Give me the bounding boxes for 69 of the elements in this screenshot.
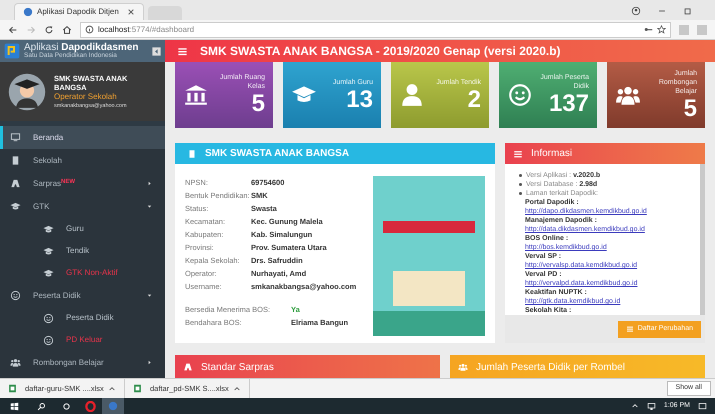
bullet-icon (519, 192, 522, 195)
caret-up-icon[interactable] (630, 402, 639, 410)
tile-value: 5 (252, 91, 265, 117)
reload-icon[interactable] (44, 24, 54, 34)
smiley-icon (43, 334, 54, 346)
bullet-icon (519, 174, 522, 177)
people-icon (458, 362, 468, 372)
url-text: localhost:5774/#dashboard (98, 24, 194, 36)
bullet-icon (519, 183, 522, 186)
info-card-title: Informasi (531, 147, 572, 161)
graduation-cap-icon (10, 201, 21, 212)
menu-item[interactable]: Peserta Didik (0, 284, 165, 307)
star-icon[interactable] (657, 25, 666, 34)
smiley-icon (507, 82, 533, 108)
tile-value: 13 (346, 86, 373, 112)
windows-icon[interactable] (10, 402, 19, 410)
tile-value: 2 (468, 86, 481, 112)
tile-value: 137 (548, 91, 589, 117)
graduation-cap-icon (43, 268, 54, 278)
menu-item[interactable]: Beranda (0, 126, 165, 149)
browser-tab[interactable]: Aplikasi Dapodik Ditjen (14, 3, 144, 20)
search-icon[interactable] (37, 402, 46, 410)
submenu-item[interactable]: Tendik (0, 240, 165, 262)
new-label: NEW (61, 178, 76, 184)
info-icon (85, 25, 94, 34)
back-icon[interactable] (8, 24, 18, 34)
close-icon[interactable] (127, 8, 135, 16)
account-icon[interactable] (631, 6, 641, 16)
school-card-title: SMK SWASTA ANAK BANGSA (205, 147, 350, 161)
people-icon (10, 357, 21, 368)
smiley-icon (43, 312, 54, 324)
menu-item[interactable]: GTK (0, 195, 165, 218)
menu-item[interactable]: Sekolah (0, 149, 165, 172)
app-logo-icon (4, 43, 20, 59)
home-icon[interactable] (62, 24, 72, 34)
section-title: Standar Sarpras (201, 360, 274, 374)
smiley-icon (10, 290, 21, 301)
app-name: Aplikasi Dapodikdasmen (24, 42, 138, 53)
tab-title: Aplikasi Dapodik Ditjen (37, 6, 119, 18)
submenu-item[interactable]: Peserta Didik (0, 307, 165, 329)
list-icon (513, 148, 523, 158)
key-icon[interactable] (644, 25, 653, 34)
tile-value: 5 (684, 96, 697, 122)
section-title: Jumlah Peserta Didik per Rombel (476, 360, 625, 374)
list-icon (626, 325, 634, 333)
menu-icon[interactable] (177, 46, 188, 56)
opera-icon[interactable] (85, 400, 96, 412)
avatar-icon (8, 72, 46, 110)
road-icon (183, 362, 193, 372)
caret-up-icon[interactable] (108, 384, 116, 392)
globe-icon (23, 7, 33, 17)
menu-item[interactable]: Sarpras$^{NEW}$ (0, 172, 165, 195)
user-role: Operator Sekolah (54, 92, 118, 102)
monitor-icon (10, 132, 21, 143)
graduation-cap-icon (43, 246, 54, 256)
globe-icon (108, 401, 118, 411)
address-bar[interactable]: localhost:5774/#dashboard (80, 22, 671, 38)
caret-up-icon[interactable] (233, 384, 241, 392)
graduation-cap-icon (43, 224, 54, 234)
page-title: SMK SWASTA ANAK BANGSA - 2019/2020 Genap (versi 2020.b) (200, 43, 561, 60)
road-icon (10, 178, 21, 189)
spreadsheet-icon (133, 384, 142, 393)
menu-item[interactable]: Rombongan Belajar (0, 351, 165, 374)
spreadsheet-icon (8, 384, 17, 393)
circle-icon[interactable] (62, 402, 71, 410)
network-icon[interactable] (646, 402, 656, 410)
collapse-icon[interactable] (152, 46, 161, 56)
restore-icon[interactable] (683, 6, 693, 16)
submenu-item[interactable]: Guru (0, 218, 165, 240)
